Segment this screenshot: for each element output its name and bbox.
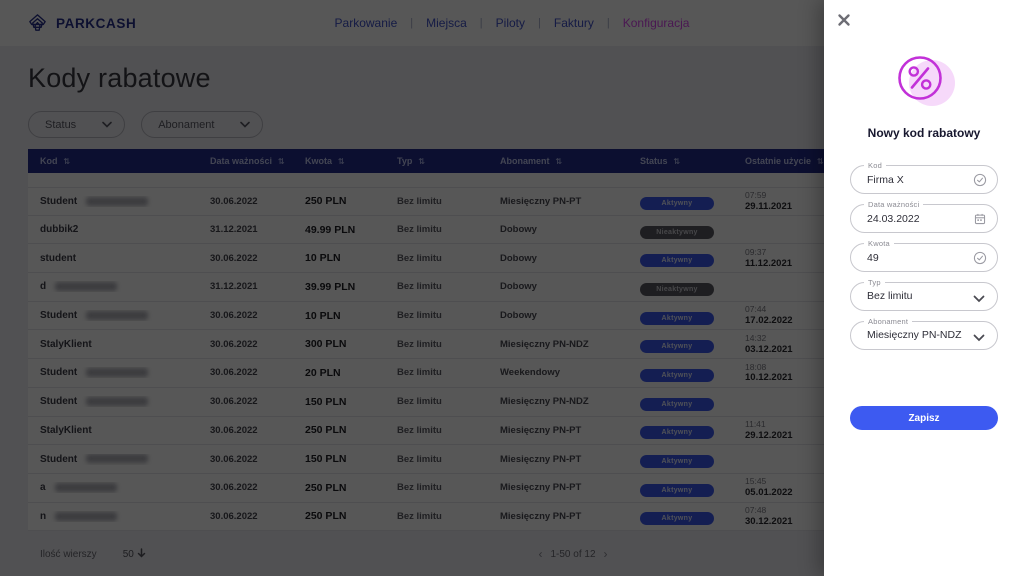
valid-until-field-label: Data ważności: [864, 200, 923, 209]
type-select-label: Typ: [864, 278, 885, 287]
close-icon[interactable]: [837, 13, 853, 29]
new-discount-code-drawer: Nowy kod rabatowy Kod Data ważności Kwot…: [824, 0, 1024, 576]
valid-until-field[interactable]: Data ważności: [850, 204, 998, 233]
code-field[interactable]: Kod: [850, 165, 998, 194]
drawer-title: Nowy kod rabatowy: [850, 126, 998, 140]
code-input[interactable]: [851, 166, 997, 193]
type-select[interactable]: Typ Bez limitu: [850, 282, 998, 311]
code-field-label: Kod: [864, 161, 886, 170]
amount-field-label: Kwota: [864, 239, 894, 248]
save-button[interactable]: Zapisz: [850, 406, 998, 430]
subscription-select-value: Miesięczny PN-NDZ: [851, 322, 997, 349]
percent-icon: [892, 46, 956, 110]
amount-input[interactable]: [851, 244, 997, 271]
subscription-select-label: Abonament: [864, 317, 912, 326]
subscription-select[interactable]: Abonament Miesięczny PN-NDZ: [850, 321, 998, 350]
valid-until-input[interactable]: [851, 205, 997, 232]
amount-field[interactable]: Kwota: [850, 243, 998, 272]
type-select-value: Bez limitu: [851, 283, 997, 310]
